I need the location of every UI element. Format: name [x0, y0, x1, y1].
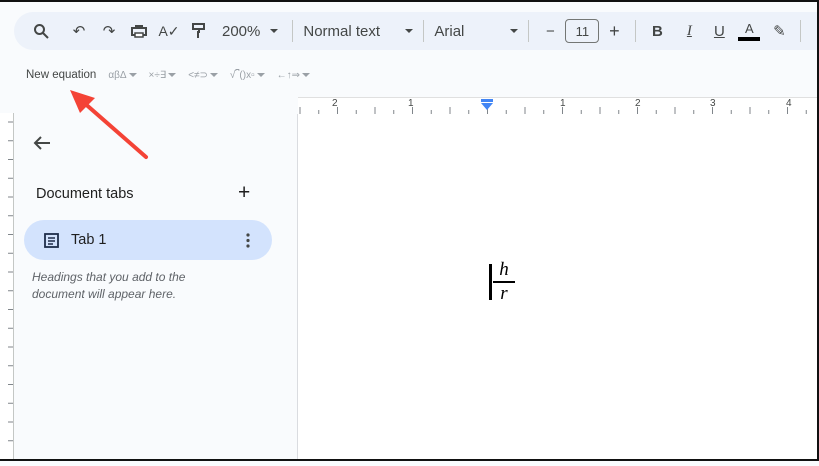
- annotation-arrow-icon: [70, 90, 148, 159]
